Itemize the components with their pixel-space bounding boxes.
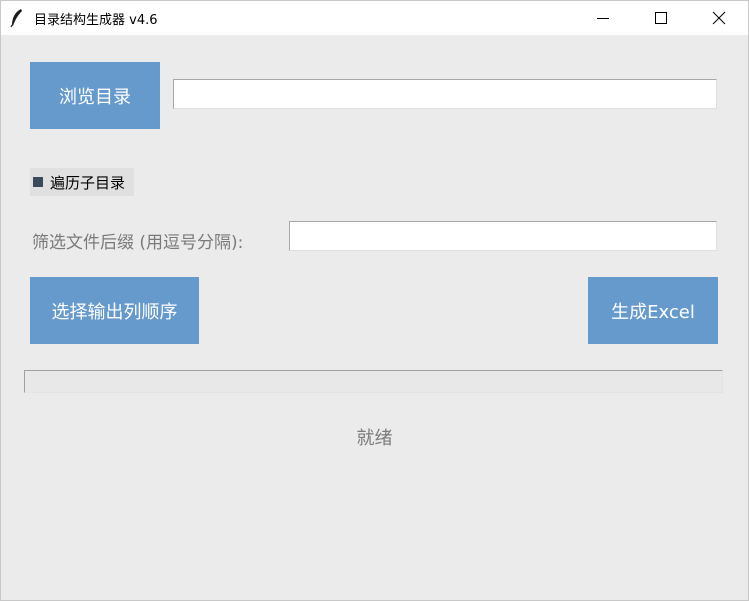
filter-extensions-label: 筛选文件后缀 (用逗号分隔):	[32, 233, 244, 253]
status-label: 就绪	[356, 428, 393, 449]
close-button[interactable]	[690, 1, 748, 35]
browse-directory-button[interactable]: 浏览目录	[30, 62, 160, 129]
title-bar[interactable]: 目录结构生成器 v4.6	[1, 1, 748, 35]
recurse-subdirectories-checkbox[interactable]: 遍历子目录	[30, 168, 134, 196]
maximize-button[interactable]	[632, 1, 690, 35]
directory-path-input[interactable]	[173, 79, 717, 109]
window-title: 目录结构生成器 v4.6	[34, 13, 158, 28]
filter-extensions-input[interactable]	[289, 221, 717, 251]
checkbox-indicator[interactable]	[33, 177, 43, 187]
select-column-order-button[interactable]: 选择输出列顺序	[30, 277, 199, 344]
progress-bar	[24, 370, 723, 393]
recurse-subdirectories-label: 遍历子目录	[50, 173, 126, 192]
app-window: 目录结构生成器 v4.6 浏览目录 遍历子目录 筛选文件后缀 (用逗号分隔): …	[0, 0, 749, 601]
feather-icon	[9, 8, 25, 28]
minimize-button[interactable]	[574, 1, 632, 35]
generate-excel-button[interactable]: 生成Excel	[588, 277, 718, 344]
